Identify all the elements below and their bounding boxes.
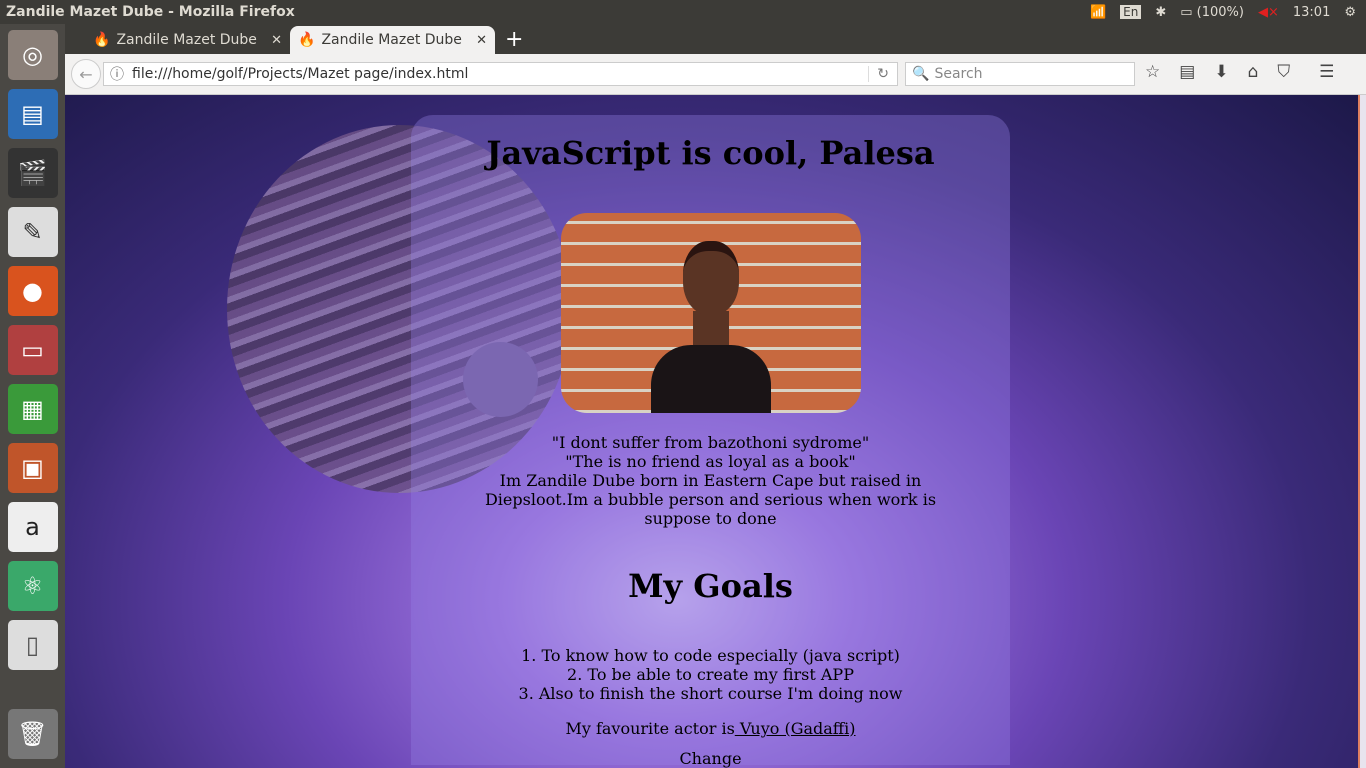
page-content: JavaScript is cool, Palesa "I dont suffe… bbox=[65, 95, 1366, 768]
mute-icon[interactable]: ◀× bbox=[1258, 5, 1279, 20]
goal-item: 3. Also to finish the short course I'm d… bbox=[518, 684, 903, 703]
actor-prefix: My favourite actor is bbox=[565, 719, 735, 738]
change-button[interactable]: Change bbox=[411, 751, 1010, 767]
goals-list: 1. To know how to code especially (java … bbox=[411, 646, 1010, 703]
tab-label: Zandile Mazet Dube bbox=[116, 32, 257, 48]
bookmark-star-icon[interactable]: ☆ bbox=[1145, 62, 1160, 82]
profile-card: JavaScript is cool, Palesa "I dont suffe… bbox=[411, 115, 1010, 767]
amazon-icon[interactable]: a bbox=[7, 502, 58, 552]
tab-active[interactable]: 🔥 Zandile Mazet Dube ✕ bbox=[290, 26, 495, 54]
calc-icon[interactable]: ▦ bbox=[7, 384, 58, 434]
battery-icon[interactable]: ▭ (100%) bbox=[1180, 5, 1244, 20]
window-title: Zandile Mazet Dube - Mozilla Firefox bbox=[6, 4, 295, 20]
power-icon[interactable]: ⚙ bbox=[1344, 5, 1356, 20]
goal-item: 1. To know how to code especially (java … bbox=[521, 646, 900, 665]
quote: "The is no friend as loyal as a book" bbox=[565, 452, 856, 471]
new-tab-button[interactable]: + bbox=[495, 27, 533, 54]
tab[interactable]: 🔥 Zandile Mazet Dube ✕ bbox=[85, 26, 290, 54]
favourite-actor: My favourite actor is Vuyo (Gadaffi) bbox=[411, 719, 1010, 738]
firefox-favicon-icon: 🔥 bbox=[298, 32, 316, 48]
top-panel: Zandile Mazet Dube - Mozilla Firefox 📶 E… bbox=[0, 0, 1366, 24]
page-title: JavaScript is cool, Palesa bbox=[486, 134, 935, 172]
menu-icon[interactable]: ☰ bbox=[1319, 62, 1334, 82]
actor-link[interactable]: Vuyo (Gadaffi) bbox=[735, 719, 856, 738]
tab-label: Zandile Mazet Dube bbox=[321, 32, 462, 48]
pocket-icon[interactable]: ⛉ bbox=[1277, 62, 1290, 82]
back-button[interactable]: ← bbox=[71, 59, 101, 89]
system-tray: 📶 En ✱ ▭ (100%) ◀× 13:01 ⚙ bbox=[1090, 0, 1356, 24]
scrollbar[interactable] bbox=[1358, 95, 1366, 768]
bio-text: "I dont suffer from bazothoni sydrome" "… bbox=[471, 433, 950, 528]
home-icon[interactable]: ⌂ bbox=[1248, 62, 1259, 82]
url-text: file:///home/golf/Projects/Mazet page/in… bbox=[132, 66, 469, 82]
keyboard-layout[interactable]: En bbox=[1120, 5, 1142, 19]
trash-icon[interactable]: 🗑 bbox=[7, 709, 58, 759]
download-icon[interactable]: ⬇ bbox=[1214, 62, 1228, 82]
info-icon[interactable]: ⓘ bbox=[110, 64, 124, 84]
reload-icon[interactable]: ↻ bbox=[868, 66, 897, 82]
tab-bar: 🔥 Zandile Mazet Dube ✕ 🔥 Zandile Mazet Dube… bbox=[65, 24, 1366, 54]
url-bar[interactable]: ⓘ file:///home/golf/Projects/Mazet page/… bbox=[103, 62, 898, 86]
clock[interactable]: 13:01 bbox=[1293, 5, 1330, 20]
search-icon: 🔍 bbox=[912, 66, 930, 82]
profile-photo bbox=[560, 213, 861, 413]
search-placeholder: Search bbox=[934, 66, 983, 82]
quote: "I dont suffer from bazothoni sydrome" bbox=[551, 433, 870, 452]
goal-item: 2. To be able to create my first APP bbox=[567, 665, 854, 684]
writer-icon[interactable]: ▤ bbox=[7, 89, 58, 139]
close-tab-icon[interactable]: ✕ bbox=[271, 33, 282, 48]
navigation-bar: ← ⓘ file:///home/golf/Projects/Mazet pag… bbox=[65, 54, 1366, 95]
atom-icon[interactable]: ⚛ bbox=[7, 561, 58, 611]
launcher: ◎ ▤ 🎬 ✎ ● ▭ ▦ ▣ a ⚛ ▯ 🗑 bbox=[0, 24, 65, 768]
files-icon[interactable]: ▭ bbox=[7, 325, 58, 375]
search-input[interactable]: 🔍 Search bbox=[905, 62, 1135, 86]
goals-heading: My Goals bbox=[628, 567, 793, 605]
reading-list-icon[interactable]: ▤ bbox=[1179, 62, 1195, 82]
close-tab-icon[interactable]: ✕ bbox=[476, 33, 487, 48]
battery-level: (100%) bbox=[1196, 4, 1244, 20]
firefox-favicon-icon: 🔥 bbox=[93, 32, 111, 48]
wifi-icon[interactable]: 📶 bbox=[1090, 5, 1106, 20]
text-editor-icon[interactable]: ✎ bbox=[7, 207, 58, 257]
bluetooth-icon[interactable]: ✱ bbox=[1155, 5, 1166, 20]
ubuntu-dash-icon[interactable]: ◎ bbox=[7, 30, 58, 80]
firefox-icon[interactable]: ● bbox=[7, 266, 58, 316]
videos-icon[interactable]: 🎬 bbox=[7, 148, 58, 198]
person-figure bbox=[641, 241, 781, 413]
libreoffice-icon[interactable]: ▯ bbox=[7, 620, 58, 670]
bio: Im Zandile Dube born in Eastern Cape but… bbox=[484, 471, 937, 528]
impress-icon[interactable]: ▣ bbox=[7, 443, 58, 493]
